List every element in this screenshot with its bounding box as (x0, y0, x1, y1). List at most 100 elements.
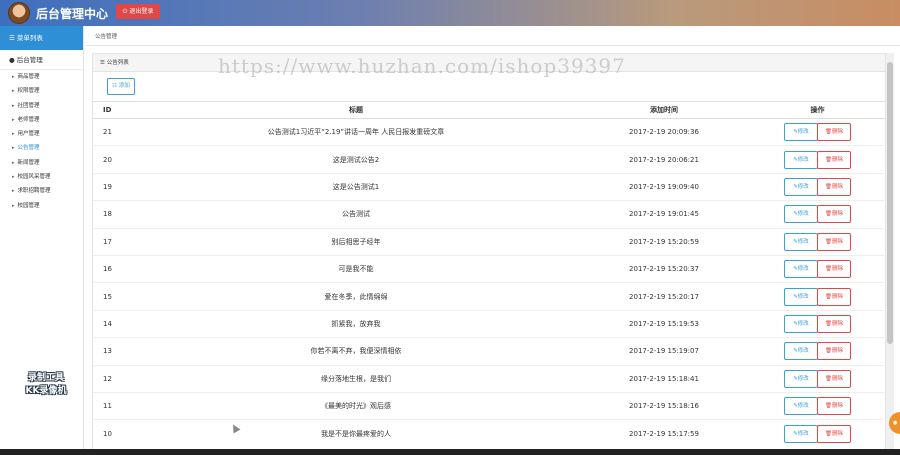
trash-icon: 🗑 (825, 156, 832, 163)
edit-button[interactable]: ✎修改 (784, 177, 818, 196)
add-button[interactable]: ☷ 添加 (107, 78, 135, 95)
trash-icon: 🗑 (825, 238, 832, 245)
trash-icon: 🗑 (825, 430, 832, 437)
row-title: 这是测试公告2 (133, 145, 579, 174)
delete-button[interactable]: 🗑删除 (817, 287, 851, 306)
delete-button[interactable]: 🗑删除 (817, 232, 851, 251)
row-title: 抓紧我，放弃我 (133, 309, 579, 338)
col-header-ops: 操作 (749, 101, 886, 119)
delete-button[interactable]: 🗑删除 (817, 205, 851, 224)
breadcrumb[interactable]: 公告管理 (95, 32, 117, 40)
edit-button[interactable]: ✎修改 (784, 397, 818, 416)
url-watermark: https://www.huzhan.com/ishop39397 (218, 54, 626, 78)
sidebar-item-label: 老师管理 (17, 116, 40, 123)
delete-button[interactable]: 🗑删除 (817, 369, 851, 388)
row-time: 2017-2-19 20:06:21 (579, 145, 749, 174)
sidebar-item[interactable]: ▸ 用户管理 (0, 127, 83, 141)
row-time: 2017-2-19 15:19:53 (579, 309, 749, 338)
edit-button[interactable]: ✎修改 (784, 314, 818, 333)
row-actions: ✎修改 🗑删除 (749, 364, 886, 393)
col-header-id: ID (93, 101, 133, 119)
delete-button[interactable]: 🗑删除 (817, 260, 851, 279)
row-actions: ✎修改 🗑删除 (749, 309, 886, 338)
edit-button[interactable]: ✎修改 (784, 369, 818, 388)
delete-button[interactable]: 🗑删除 (817, 397, 851, 416)
taskbar-strip (0, 449, 900, 455)
edit-button[interactable]: ✎修改 (784, 342, 818, 361)
row-actions: ✎修改 🗑删除 (749, 200, 886, 229)
table-row: 16 可是我不能 2017-2-19 15:20:37 ✎修改 🗑删除 (93, 254, 886, 283)
row-actions: ✎修改 🗑删除 (749, 145, 886, 174)
delete-button[interactable]: 🗑删除 (817, 177, 851, 196)
trash-icon: 🗑 (825, 183, 832, 190)
notice-table: ID 标题 添加时间 操作 21 公告测试1习近平“2.19”讲话一周年 人民日报… (93, 101, 886, 448)
edit-button[interactable]: ✎修改 (784, 123, 818, 142)
trash-icon: 🗑 (825, 348, 832, 355)
row-actions: ✎修改 🗑删除 (749, 117, 886, 146)
sidebar-item[interactable]: ▸ 权限管理 (0, 84, 83, 98)
top-bar: 后台管理中心 ⏻ 退出登录 (0, 0, 900, 26)
sidebar: ☰ 菜单列表 ● 后台管理 ▸ 商品管理 ▸ 权限管理 ▸ 社团管理 ▸ 老师管理 ▸ 用户管理 ▸… (0, 26, 84, 455)
caret-right-icon: ▸ (12, 74, 15, 80)
caret-right-icon: ▸ (12, 88, 15, 95)
sidebar-item-label: 社团管理 (17, 102, 40, 109)
table-row: 12 缘分落地生根，是我们 2017-2-19 15:18:41 ✎修改 🗑删除 (93, 364, 886, 393)
row-time: 2017-2-19 15:19:07 (579, 337, 749, 366)
sidebar-item-label: 商品管理 (17, 74, 40, 80)
sidebar-item[interactable]: ▸ 求职招聘管理 (0, 184, 83, 198)
edit-button[interactable]: ✎修改 (784, 205, 818, 224)
trash-icon: 🗑 (825, 129, 832, 136)
sidebar-item[interactable]: ▸ 新闻管理 (0, 156, 83, 170)
edit-button[interactable]: ✎修改 (784, 287, 818, 306)
scrollbar-thumb[interactable] (887, 62, 893, 344)
table-row: 21 公告测试1习近平“2.19”讲话一周年 人民日报发重磅文章 2017-2-19… (93, 117, 886, 146)
edit-button[interactable]: ✎修改 (784, 424, 818, 443)
row-actions: ✎修改 🗑删除 (749, 337, 886, 366)
row-title: 别后相思子经年 (133, 227, 579, 256)
sidebar-group[interactable]: ● 后台管理 (0, 50, 83, 70)
table-row: 17 别后相思子经年 2017-2-19 15:20:59 ✎修改 🗑删除 (93, 227, 886, 256)
edit-label: 修改 (797, 430, 809, 437)
sidebar-item[interactable]: ▸ 校园风采管理 (0, 170, 83, 184)
row-id: 17 (93, 227, 133, 256)
avatar-logo (8, 2, 30, 24)
delete-button[interactable]: 🗑删除 (817, 123, 851, 142)
edit-label: 修改 (797, 183, 809, 190)
sidebar-item[interactable]: ▸ 公告管理 (0, 141, 83, 155)
add-button-label: 添加 (118, 83, 130, 89)
delete-button[interactable]: 🗑删除 (817, 314, 851, 333)
edit-label: 修改 (797, 266, 809, 273)
delete-button[interactable]: 🗑删除 (817, 342, 851, 361)
table-header-row: ID 标题 添加时间 操作 (93, 101, 886, 119)
edit-label: 修改 (797, 211, 809, 218)
caret-right-icon: ▸ (12, 131, 15, 138)
row-id: 16 (93, 254, 133, 283)
edit-button[interactable]: ✎修改 (784, 260, 818, 279)
row-actions: ✎修改 🗑删除 (749, 172, 886, 201)
logout-button[interactable]: ⏻ 退出登录 (116, 4, 160, 19)
delete-button[interactable]: 🗑删除 (817, 424, 851, 443)
sidebar-item[interactable]: ▸ 社团管理 (0, 99, 83, 113)
sidebar-item-label: 公告管理 (17, 145, 40, 152)
delete-label: 删除 (831, 211, 843, 218)
table-row: 11 《最美的时光》观后感 2017-2-19 15:18:16 ✎修改 🗑删除 (93, 391, 886, 420)
edit-label: 修改 (797, 348, 809, 355)
recorder-watermark: 录制工具 KK录像机 (14, 372, 78, 398)
delete-label: 删除 (831, 183, 843, 190)
edit-button[interactable]: ✎修改 (784, 150, 818, 169)
row-time: 2017-2-19 15:18:41 (579, 364, 749, 393)
delete-button[interactable]: 🗑删除 (817, 150, 851, 169)
caret-right-icon: ▸ (12, 159, 15, 166)
row-actions: ✎修改 🗑删除 (749, 254, 886, 283)
sidebar-item[interactable]: ▸ 老师管理 (0, 113, 83, 127)
sidebar-item-label: 新闻管理 (17, 159, 40, 166)
sidebar-item[interactable]: ▸ 校园管理 (0, 199, 83, 213)
edit-label: 修改 (797, 403, 809, 410)
trash-icon: 🗑 (825, 403, 832, 410)
row-id: 19 (93, 172, 133, 201)
row-title: 《最美的时光》观后感 (133, 391, 579, 420)
sidebar-item[interactable]: ▸ 商品管理 (0, 70, 83, 84)
user-icon: ● (9, 56, 15, 64)
trash-icon: 🗑 (825, 266, 832, 273)
edit-button[interactable]: ✎修改 (784, 232, 818, 251)
